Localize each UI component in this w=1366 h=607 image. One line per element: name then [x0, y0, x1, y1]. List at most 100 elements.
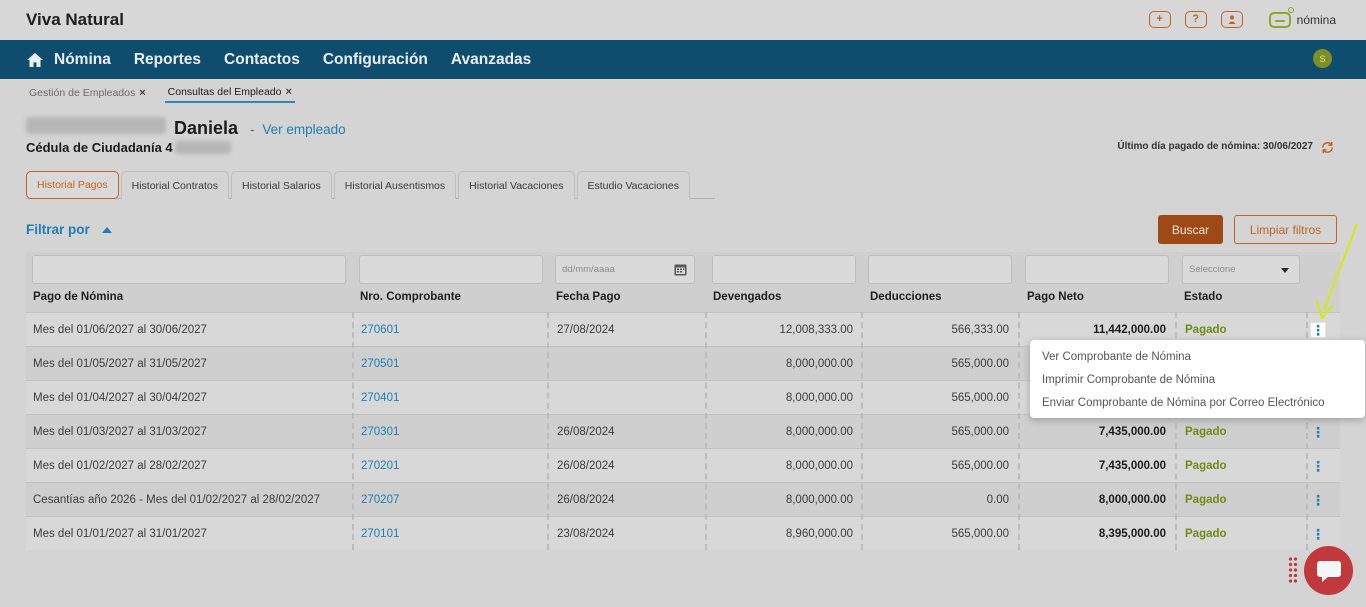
cell-devengados: 8,000,000.00 [785, 358, 853, 370]
column-divider [352, 312, 354, 550]
id-label: Cédula de Ciudadanía 4 [26, 140, 173, 155]
menu-ver-comprobante[interactable]: Ver Comprobante de Nómina [1030, 345, 1365, 368]
drag-handle-icon[interactable] [1288, 556, 1298, 584]
cell-devengados: 8,000,000.00 [785, 392, 853, 404]
cell-fecha: 26/08/2024 [557, 426, 615, 438]
column-header[interactable]: Deducciones [870, 291, 942, 303]
row-actions-kebab-icon[interactable]: ⋮ [1310, 424, 1326, 440]
tab-historial-ausentismos[interactable]: Historial Ausentismos [333, 171, 457, 199]
refresh-icon[interactable] [1320, 140, 1335, 155]
employee-header: Daniela - Ver empleado [26, 117, 346, 139]
filter-estado-select[interactable]: Seleccione [1182, 255, 1300, 284]
tab-historial-contratos[interactable]: Historial Contratos [120, 171, 229, 199]
filter-pago-input[interactable] [32, 255, 346, 284]
cell-comprobante-link[interactable]: 270501 [361, 347, 399, 381]
product-label: nómina [1296, 12, 1336, 27]
last-paid-date: Último día pagado de nómina: 30/06/2027 [1117, 141, 1313, 152]
cell-pago: Mes del 01/01/2027 al 31/01/2027 [33, 528, 207, 540]
cell-neto: 7,435,000.00 [1098, 426, 1166, 438]
filter-fecha-input[interactable]: dd/mm/aaaa [555, 255, 695, 284]
plus-icon[interactable]: + [1148, 11, 1171, 28]
select-placeholder: Seleccione [1189, 264, 1236, 275]
cell-pago: Mes del 01/04/2027 al 30/04/2027 [33, 392, 207, 404]
cell-neto: 8,395,000.00 [1098, 528, 1166, 540]
cell-comprobante-link[interactable]: 270601 [361, 313, 399, 347]
chat-button[interactable] [1304, 546, 1353, 595]
column-header[interactable]: Devengados [713, 291, 781, 303]
user-avatar-badge[interactable]: S [1313, 49, 1332, 68]
column-header[interactable]: Estado [1184, 291, 1222, 303]
row-actions-kebab-icon[interactable]: ⋮ [1310, 458, 1326, 474]
cell-comprobante-link[interactable]: 270401 [361, 381, 399, 415]
column-header[interactable]: Nro. Comprobante [360, 291, 461, 303]
tab-historial-vacaciones[interactable]: Historial Vacaciones [458, 171, 575, 199]
nav-reportes[interactable]: Reportes [134, 51, 201, 69]
menu-imprimir-comprobante[interactable]: Imprimir Comprobante de Nómina [1030, 368, 1365, 391]
home-icon[interactable] [26, 52, 44, 68]
status-badge: Pagado [1185, 528, 1227, 540]
cell-fecha: 26/08/2024 [557, 460, 615, 472]
cell-devengados: 8,000,000.00 [785, 460, 853, 472]
menu-enviar-comprobante[interactable]: Enviar Comprobante de Nómina por Correo … [1030, 391, 1365, 414]
close-icon[interactable]: × [139, 87, 145, 99]
history-tabs: Historial Pagos Historial Contratos Hist… [26, 171, 715, 199]
search-button[interactable]: Buscar [1158, 215, 1223, 244]
view-employee-link[interactable]: Ver empleado [262, 122, 345, 137]
chevron-down-icon [1281, 268, 1289, 273]
nav-configuracion[interactable]: Configuración [323, 51, 428, 69]
redacted-id [174, 141, 231, 154]
cell-devengados: 8,000,000.00 [785, 494, 853, 506]
column-header[interactable]: Fecha Pago [556, 291, 621, 303]
cell-comprobante-link[interactable]: 270201 [361, 449, 399, 483]
cell-deducciones: 565,000.00 [951, 426, 1009, 438]
cell-comprobante-link[interactable]: 270101 [361, 517, 399, 551]
nav-contactos[interactable]: Contactos [224, 51, 300, 69]
filter-comprobante-input[interactable] [359, 255, 543, 284]
chat-bubble-icon [1316, 560, 1341, 582]
row-actions-kebab-icon[interactable]: ⋮ [1310, 526, 1326, 542]
cell-comprobante-link[interactable]: 270207 [361, 483, 399, 517]
tab-historial-salarios[interactable]: Historial Salarios [231, 171, 332, 199]
column-divider [547, 312, 549, 550]
top-bar: Viva Natural + ? nómina [0, 0, 1366, 40]
cell-neto: 7,435,000.00 [1098, 460, 1166, 472]
filter-neto-input[interactable] [1025, 255, 1169, 284]
employee-id: Cédula de Ciudadanía 4 [26, 140, 231, 155]
calendar-icon[interactable] [674, 263, 687, 276]
cell-deducciones: 565,000.00 [951, 392, 1009, 404]
cell-deducciones: 566,333.00 [951, 324, 1009, 336]
close-icon[interactable]: × [286, 86, 292, 98]
column-divider [705, 312, 707, 550]
filter-toggle[interactable]: Filtrar por [26, 222, 112, 237]
filter-title: Filtrar por [26, 222, 90, 237]
status-badge: Pagado [1185, 426, 1227, 438]
cell-neto: 8,000,000.00 [1098, 494, 1166, 506]
tab-estudio-vacaciones[interactable]: Estudio Vacaciones [576, 171, 690, 199]
cell-deducciones: 565,000.00 [951, 358, 1009, 370]
crumb-label: Gestión de Empleados [29, 87, 136, 99]
filter-devengados-input[interactable] [712, 255, 856, 284]
date-placeholder: dd/mm/aaaa [562, 264, 615, 275]
crumb-consultas-empleado[interactable]: Consultas del Empleado × [164, 83, 295, 103]
row-actions-menu: Ver Comprobante de Nómina Imprimir Compr… [1030, 340, 1365, 418]
nav-avanzadas[interactable]: Avanzadas [451, 51, 531, 69]
help-icon[interactable]: ? [1184, 11, 1207, 28]
row-actions-kebab-icon[interactable]: ⋮ [1310, 322, 1326, 338]
row-actions-kebab-icon[interactable]: ⋮ [1310, 492, 1326, 508]
cell-comprobante-link[interactable]: 270301 [361, 415, 399, 449]
product-logo: nómina [1268, 6, 1336, 28]
company-name: Viva Natural [26, 10, 124, 29]
status-badge: Pagado [1185, 460, 1227, 472]
column-header[interactable]: Pago Neto [1027, 291, 1084, 303]
breadcrumb: Gestión de Empleados × Consultas del Emp… [26, 83, 295, 103]
nav-nomina[interactable]: Nómina [54, 51, 111, 69]
column-header[interactable]: Pago de Nómina [33, 291, 123, 303]
employee-name: Daniela [174, 118, 239, 138]
cell-deducciones: 565,000.00 [951, 528, 1009, 540]
user-icon[interactable] [1220, 11, 1243, 28]
nomina-logo-icon [1268, 6, 1294, 28]
tab-historial-pagos[interactable]: Historial Pagos [26, 171, 119, 199]
cell-fecha: 23/08/2024 [557, 528, 615, 540]
filter-deducciones-input[interactable] [868, 255, 1012, 284]
crumb-gestion-empleados[interactable]: Gestión de Empleados × [26, 83, 149, 103]
